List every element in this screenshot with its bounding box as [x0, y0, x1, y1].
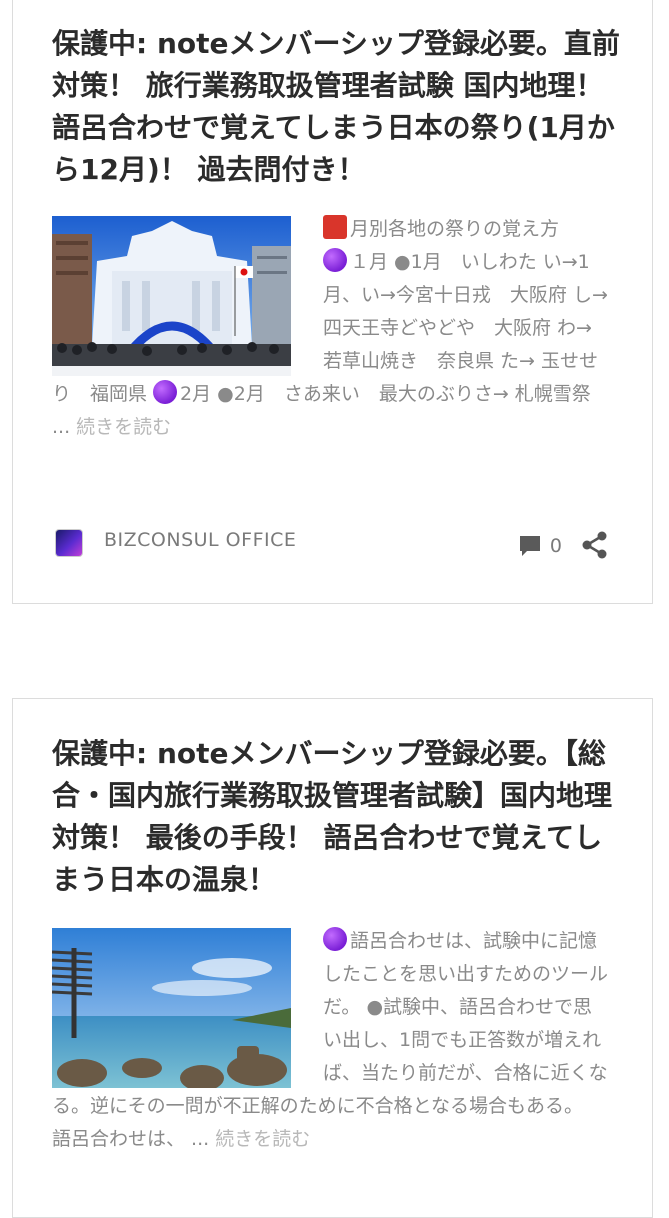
purple-circle-icon: [153, 380, 178, 404]
author-name[interactable]: BIZCONSUL OFFICE: [104, 529, 296, 551]
read-more-link[interactable]: 続きを読む: [215, 1128, 310, 1150]
share-icon[interactable]: [582, 531, 608, 559]
post-card: 保護中: noteメンバーシップ登録必要。直前対策！ 旅行業務取扱管理者試験 国…: [12, 0, 653, 604]
post-title[interactable]: 保護中: noteメンバーシップ登録必要。【総合・国内旅行業務取扱管理者試験】国…: [52, 733, 622, 901]
post-title[interactable]: 保護中: noteメンバーシップ登録必要。直前対策！ 旅行業務取扱管理者試験 国…: [52, 23, 622, 191]
red-square-icon: [323, 215, 347, 239]
comment-icon: [519, 536, 540, 556]
comment-link[interactable]: 0: [518, 531, 562, 561]
comment-count: 0: [549, 535, 562, 557]
purple-circle-icon: [323, 927, 347, 951]
post-card: 保護中: noteメンバーシップ登録必要。【総合・国内旅行業務取扱管理者試験】国…: [12, 698, 653, 1218]
author-avatar[interactable]: [56, 530, 82, 556]
post-excerpt: 語呂合わせは、試験中に記憶したことを思い出すためのツールだ。 ●試験中、語呂合わ…: [52, 925, 608, 1156]
purple-circle-icon: [323, 248, 347, 272]
excerpt-heading: 月別各地の祭りの覚え方: [350, 218, 560, 240]
post-excerpt: 月別各地の祭りの覚え方 １月 ●1月 いしわた い→1月、い→今宮十日戎 大阪府…: [52, 213, 608, 444]
post-meta: BIZCONSUL OFFICE 0: [52, 527, 608, 561]
read-more-link[interactable]: 続きを読む: [76, 416, 171, 438]
